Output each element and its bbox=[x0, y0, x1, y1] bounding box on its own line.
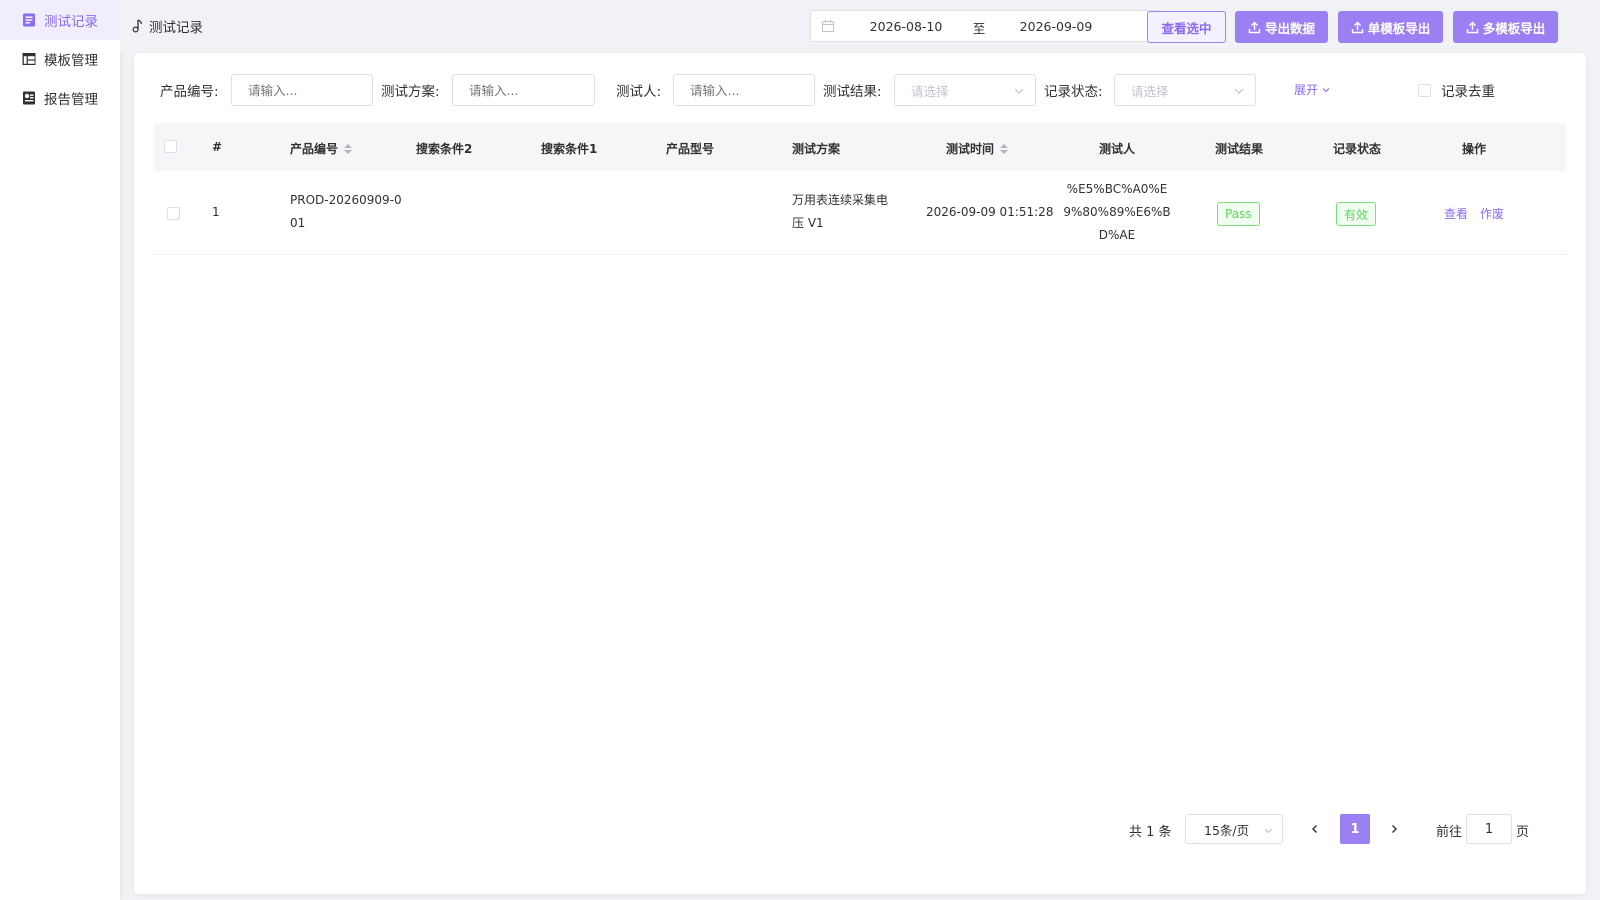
row-test-plan-line2: 压 V1 bbox=[792, 216, 824, 230]
single-template-export-button[interactable]: 单模板导出 bbox=[1338, 11, 1443, 43]
row-test-plan-line1: 万用表连续采集电 bbox=[792, 193, 889, 207]
date-start[interactable]: 2026-08-10 bbox=[851, 19, 961, 34]
select-all-checkbox[interactable] bbox=[164, 140, 177, 153]
tester-label: 测试人: bbox=[616, 84, 662, 100]
column-header-record-status: 记录状态 bbox=[1333, 142, 1382, 156]
upload-icon bbox=[1351, 21, 1364, 34]
sidebar-item-template-management[interactable]: 模板管理 bbox=[0, 39, 120, 79]
sidebar-item-label: 测试记录 bbox=[44, 14, 98, 30]
column-header-index: # bbox=[212, 140, 223, 154]
record-status-select[interactable]: 请选择 bbox=[1114, 74, 1256, 106]
row-index: 1 bbox=[212, 205, 220, 219]
column-header-test-result: 测试结果 bbox=[1215, 142, 1264, 156]
record-status-placeholder: 请选择 bbox=[1131, 83, 1169, 99]
chevron-right-icon bbox=[1389, 824, 1399, 834]
next-page-button[interactable] bbox=[1380, 815, 1408, 843]
page-size-value: 15条/页 bbox=[1204, 822, 1250, 838]
sidebar-item-label: 报告管理 bbox=[44, 92, 98, 108]
test-result-label: 测试结果: bbox=[823, 84, 882, 100]
prev-page-button[interactable] bbox=[1301, 815, 1329, 843]
chevron-down-icon bbox=[1233, 85, 1245, 97]
page-size-select[interactable]: 15条/页 bbox=[1185, 814, 1283, 844]
date-end[interactable]: 2026-09-09 bbox=[1001, 19, 1111, 34]
table-row: 1 PROD-20260909-0 01 万用表连续采集电 压 V1 2026-… bbox=[154, 171, 1566, 255]
test-result-select[interactable]: 请选择 bbox=[894, 74, 1036, 106]
sidebar-item-test-records[interactable]: 测试记录 bbox=[0, 0, 120, 40]
product-no-input[interactable] bbox=[231, 74, 373, 106]
page-number-active[interactable]: 1 bbox=[1340, 814, 1370, 844]
report-icon bbox=[21, 91, 36, 106]
goto-suffix: 页 bbox=[1516, 825, 1530, 840]
multi-template-export-button[interactable]: 多模板导出 bbox=[1453, 11, 1558, 43]
goto-label: 前往 bbox=[1436, 825, 1463, 840]
music-note-icon bbox=[130, 19, 144, 33]
table-header: # 产品编号 搜索条件2 搜索条件1 产品型号 测试方案 测试时间 测试人 测试… bbox=[154, 123, 1566, 171]
row-checkbox[interactable] bbox=[167, 207, 180, 220]
row-test-time: 2026-09-09 01:51:28 bbox=[926, 205, 1054, 219]
document-list-icon bbox=[21, 13, 36, 28]
sort-icon[interactable] bbox=[1000, 143, 1009, 154]
void-link[interactable]: 作废 bbox=[1480, 205, 1504, 222]
row-tester-line3: D%AE bbox=[1098, 228, 1136, 242]
view-selected-label: 查看选中 bbox=[1161, 20, 1212, 36]
row-tester-line1: %E5%BC%A0%E bbox=[1066, 182, 1168, 196]
calendar-icon bbox=[821, 19, 835, 33]
column-header-tester: 测试人 bbox=[1099, 142, 1136, 156]
column-header-search-2: 搜索条件2 bbox=[416, 142, 473, 156]
row-tester-line2: 9%80%89%E6%B bbox=[1063, 205, 1171, 219]
date-separator: 至 bbox=[972, 21, 986, 36]
multi-template-export-label: 多模板导出 bbox=[1482, 20, 1546, 36]
expand-label: 展开 bbox=[1294, 83, 1319, 97]
dedup-label: 记录去重 bbox=[1441, 84, 1495, 100]
upload-icon bbox=[1466, 21, 1479, 34]
column-header-test-plan: 测试方案 bbox=[792, 142, 841, 156]
chevron-left-icon bbox=[1310, 824, 1320, 834]
column-header-test-time[interactable]: 测试时间 bbox=[946, 140, 1009, 157]
chevron-down-icon bbox=[1013, 85, 1025, 97]
record-status-label: 记录状态: bbox=[1044, 84, 1103, 100]
upload-icon bbox=[1248, 21, 1261, 34]
column-header-product-no[interactable]: 产品编号 bbox=[290, 140, 353, 157]
row-product-no-line1: PROD-20260909-0 bbox=[290, 193, 402, 207]
header: 测试记录 2026-08-10 至 2026-09-09 查看选中 导出数据 单… bbox=[120, 0, 1600, 52]
pagination-total: 共 1 条 bbox=[1129, 825, 1172, 840]
sidebar-item-label: 模板管理 bbox=[44, 53, 98, 69]
chevron-down-icon bbox=[1321, 85, 1331, 95]
expand-filters-link[interactable]: 展开 bbox=[1294, 81, 1331, 98]
view-link[interactable]: 查看 bbox=[1444, 205, 1468, 222]
dedup-checkbox[interactable]: 记录去重 bbox=[1418, 80, 1495, 100]
column-header-search-1: 搜索条件1 bbox=[541, 142, 598, 156]
export-data-button[interactable]: 导出数据 bbox=[1235, 11, 1328, 43]
goto-page-input[interactable] bbox=[1466, 814, 1512, 844]
view-selected-button[interactable]: 查看选中 bbox=[1147, 11, 1226, 43]
table-icon bbox=[21, 52, 36, 67]
test-plan-input[interactable] bbox=[452, 74, 595, 106]
column-header-actions: 操作 bbox=[1462, 142, 1487, 156]
single-template-export-label: 单模板导出 bbox=[1367, 20, 1431, 36]
breadcrumb: 测试记录 bbox=[130, 16, 203, 36]
column-label: 测试时间 bbox=[946, 142, 995, 156]
main-card: 产品编号: 测试方案: 测试人: 测试结果: 请选择 记录状态: 请选择 展开 … bbox=[134, 53, 1586, 894]
test-plan-label: 测试方案: bbox=[381, 84, 440, 100]
export-data-label: 导出数据 bbox=[1264, 20, 1315, 36]
column-label: 产品编号 bbox=[290, 142, 339, 156]
chevron-down-icon bbox=[1263, 824, 1274, 835]
status-badge: 有效 bbox=[1336, 202, 1377, 226]
row-product-no-line2: 01 bbox=[290, 216, 306, 230]
sort-icon[interactable] bbox=[344, 143, 353, 154]
date-range-picker[interactable]: 2026-08-10 至 2026-09-09 bbox=[810, 10, 1159, 42]
sidebar-item-report-management[interactable]: 报告管理 bbox=[0, 78, 120, 118]
checkbox[interactable] bbox=[1418, 83, 1431, 97]
test-result-placeholder: 请选择 bbox=[911, 83, 949, 99]
sidebar: 测试记录 模板管理 报告管理 bbox=[0, 0, 120, 900]
product-no-label: 产品编号: bbox=[160, 84, 219, 100]
column-header-model: 产品型号 bbox=[666, 142, 715, 156]
result-badge: Pass bbox=[1217, 202, 1260, 226]
page-title: 测试记录 bbox=[149, 20, 203, 36]
tester-input[interactable] bbox=[673, 74, 815, 106]
